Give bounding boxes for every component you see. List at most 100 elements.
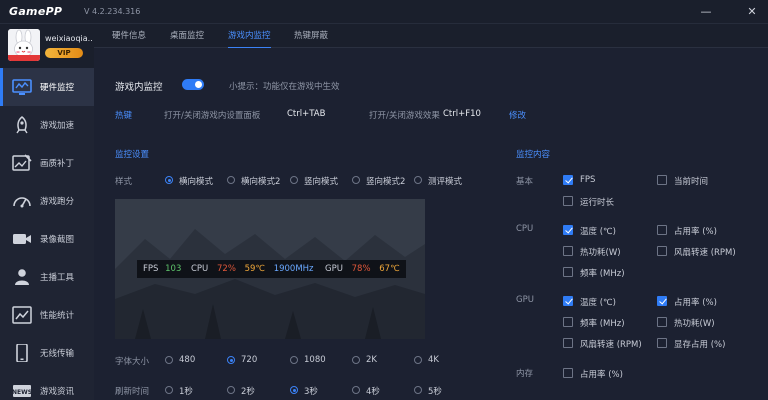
sidebar-item-hardware-monitor[interactable]: 硬件监控: [0, 68, 94, 106]
sidebar-item-quality-patch[interactable]: 画质补丁: [0, 144, 94, 182]
tab-hardware-info[interactable]: 硬件信息: [112, 24, 146, 48]
sidebar-item-wireless-transfer[interactable]: 无线传输: [0, 334, 94, 372]
overlay-gpu-usage: 78%: [351, 264, 371, 274]
gpu-section-label: GPU: [516, 295, 534, 305]
checkbox-cpu-temp[interactable]: [563, 225, 573, 235]
overlay-gpu-temp: 67℃: [379, 264, 400, 274]
gpu-item-vram: 显存占用 (%): [674, 340, 726, 350]
checkbox-mem-usage[interactable]: [563, 368, 573, 378]
close-button[interactable]: ✕: [743, 4, 761, 20]
checkbox-cpu-fan[interactable]: [657, 246, 667, 256]
mem-item-usage: 占用率 (%): [580, 370, 623, 380]
basic-item-run-time: 运行时长: [580, 198, 615, 208]
refresh-radio-3[interactable]: [290, 386, 298, 394]
style-option-1: 横向模式: [179, 177, 214, 187]
style-radio-4[interactable]: [352, 176, 360, 184]
edit-hotkey-link[interactable]: 修改: [509, 109, 526, 121]
font-radio-4k[interactable]: [414, 356, 422, 364]
style-radio-3[interactable]: [290, 176, 298, 184]
main-content: 游戏内监控 小提示：功能仅在游戏中生效 热键 打开/关闭游戏内设置面板 Ctrl…: [94, 48, 768, 400]
basic-label: 基本: [516, 177, 534, 187]
checkbox-fps[interactable]: [563, 175, 573, 185]
refresh-option-1: 1秒: [179, 387, 193, 397]
font-radio-720[interactable]: [227, 356, 235, 364]
sidebar-item-label: 硬件监控: [40, 83, 75, 93]
sidebar-item-label: 游戏资讯: [40, 387, 75, 397]
app-logo: GamePP: [9, 5, 63, 18]
tab-ingame-monitor[interactable]: 游戏内监控: [228, 24, 271, 49]
checkbox-gpu-freq[interactable]: [563, 317, 573, 327]
camera-icon: [13, 234, 31, 244]
hotkey1-desc: 打开/关闭游戏内设置面板: [164, 111, 261, 121]
overlay-cpu-usage: 72%: [217, 264, 236, 274]
font-radio-2k[interactable]: [352, 356, 360, 364]
gpu-item-power: 热功耗(W): [674, 319, 715, 329]
checkbox-cpu-freq[interactable]: [563, 267, 573, 277]
style-option-3: 竖向模式: [304, 177, 339, 187]
overlay-cpu-temp: 59℃: [244, 264, 265, 274]
gpu-item-usage: 占用率 (%): [674, 298, 717, 308]
sidebar-item-game-boost[interactable]: 游戏加速: [0, 106, 94, 144]
style-radio-1[interactable]: [165, 176, 173, 184]
refresh-radio-1[interactable]: [165, 386, 173, 394]
refresh-radio-2[interactable]: [227, 386, 235, 394]
checkbox-cpu-power[interactable]: [563, 246, 573, 256]
tab-desktop-monitor[interactable]: 桌面监控: [170, 24, 204, 48]
sidebar-item-game-news[interactable]: NEWS 游戏资讯: [0, 372, 94, 400]
cpu-item-freq: 频率 (MHz): [580, 269, 625, 279]
user-block: weixiaoqia... VIP: [0, 24, 94, 68]
checkbox-run-time[interactable]: [563, 196, 573, 206]
sidebar-item-benchmark[interactable]: 游戏跑分: [0, 182, 94, 220]
chart-icon: [12, 306, 32, 324]
gpu-item-temp: 温度 (℃): [580, 298, 616, 308]
checkbox-gpu-power[interactable]: [657, 317, 667, 327]
font-radio-1080[interactable]: [290, 356, 298, 364]
refresh-option-3: 3秒: [304, 387, 318, 397]
monitor-icon: [12, 79, 32, 95]
style-radio-2[interactable]: [227, 176, 235, 184]
refresh-radio-4[interactable]: [352, 386, 360, 394]
rabbit-avatar-icon: [8, 29, 40, 61]
rocket-icon: [16, 116, 28, 134]
cpu-section-label: CPU: [516, 224, 534, 234]
style-option-2: 横向模式2: [241, 177, 281, 187]
cpu-item-power: 热功耗(W): [580, 248, 621, 258]
style-label: 样式: [115, 177, 133, 187]
checkbox-current-time[interactable]: [657, 175, 667, 185]
cpu-item-usage: 占用率 (%): [674, 227, 717, 237]
checkbox-gpu-vram[interactable]: [657, 338, 667, 348]
gpu-item-fan: 风扇转速 (RPM): [580, 340, 642, 350]
refresh-label: 刷新时间: [115, 387, 150, 397]
image-edit-icon: [12, 154, 32, 171]
hotkey1-value: Ctrl+TAB: [287, 109, 326, 119]
font-option-1080: 1080: [304, 355, 326, 365]
checkbox-gpu-usage[interactable]: [657, 296, 667, 306]
style-radio-5[interactable]: [414, 176, 422, 184]
sidebar-item-performance-stats[interactable]: 性能统计: [0, 296, 94, 334]
user-icon: [15, 269, 29, 285]
overlay-cpu-label: CPU: [191, 264, 209, 274]
overlay-cpu-block: CPU 72% 59℃ 1900MHz: [185, 260, 320, 278]
tip-text: 小提示：功能仅在游戏中生效: [229, 82, 340, 92]
checkbox-gpu-temp[interactable]: [563, 296, 573, 306]
refresh-option-4: 4秒: [366, 387, 380, 397]
svg-text:NEWS: NEWS: [12, 389, 32, 396]
refresh-radio-5[interactable]: [414, 386, 422, 394]
avatar[interactable]: [8, 29, 40, 61]
font-option-4k: 4K: [428, 355, 439, 365]
overlay-gpu-label: GPU: [325, 264, 343, 274]
font-radio-480[interactable]: [165, 356, 173, 364]
sidebar-item-label: 游戏跑分: [40, 197, 75, 207]
overlay-fps-label: FPS: [143, 264, 159, 274]
checkbox-cpu-usage[interactable]: [657, 225, 667, 235]
ingame-monitor-toggle[interactable]: [182, 79, 204, 90]
minimize-button[interactable]: —: [697, 4, 715, 20]
title-bar[interactable]: GamePP V 4.2.234.316 — ✕: [0, 0, 768, 24]
checkbox-gpu-fan[interactable]: [563, 338, 573, 348]
gpu-item-freq: 频率 (MHz): [580, 319, 625, 329]
tab-hotkey-block[interactable]: 热键屏蔽: [294, 24, 328, 48]
sidebar-item-recording[interactable]: 录像截图: [0, 220, 94, 258]
app-window: GamePP V 4.2.234.316 — ✕ weixiaoqia... V…: [0, 0, 768, 400]
sidebar-item-streamer-tools[interactable]: 主播工具: [0, 258, 94, 296]
ingame-monitor-title: 游戏内监控: [115, 82, 163, 93]
